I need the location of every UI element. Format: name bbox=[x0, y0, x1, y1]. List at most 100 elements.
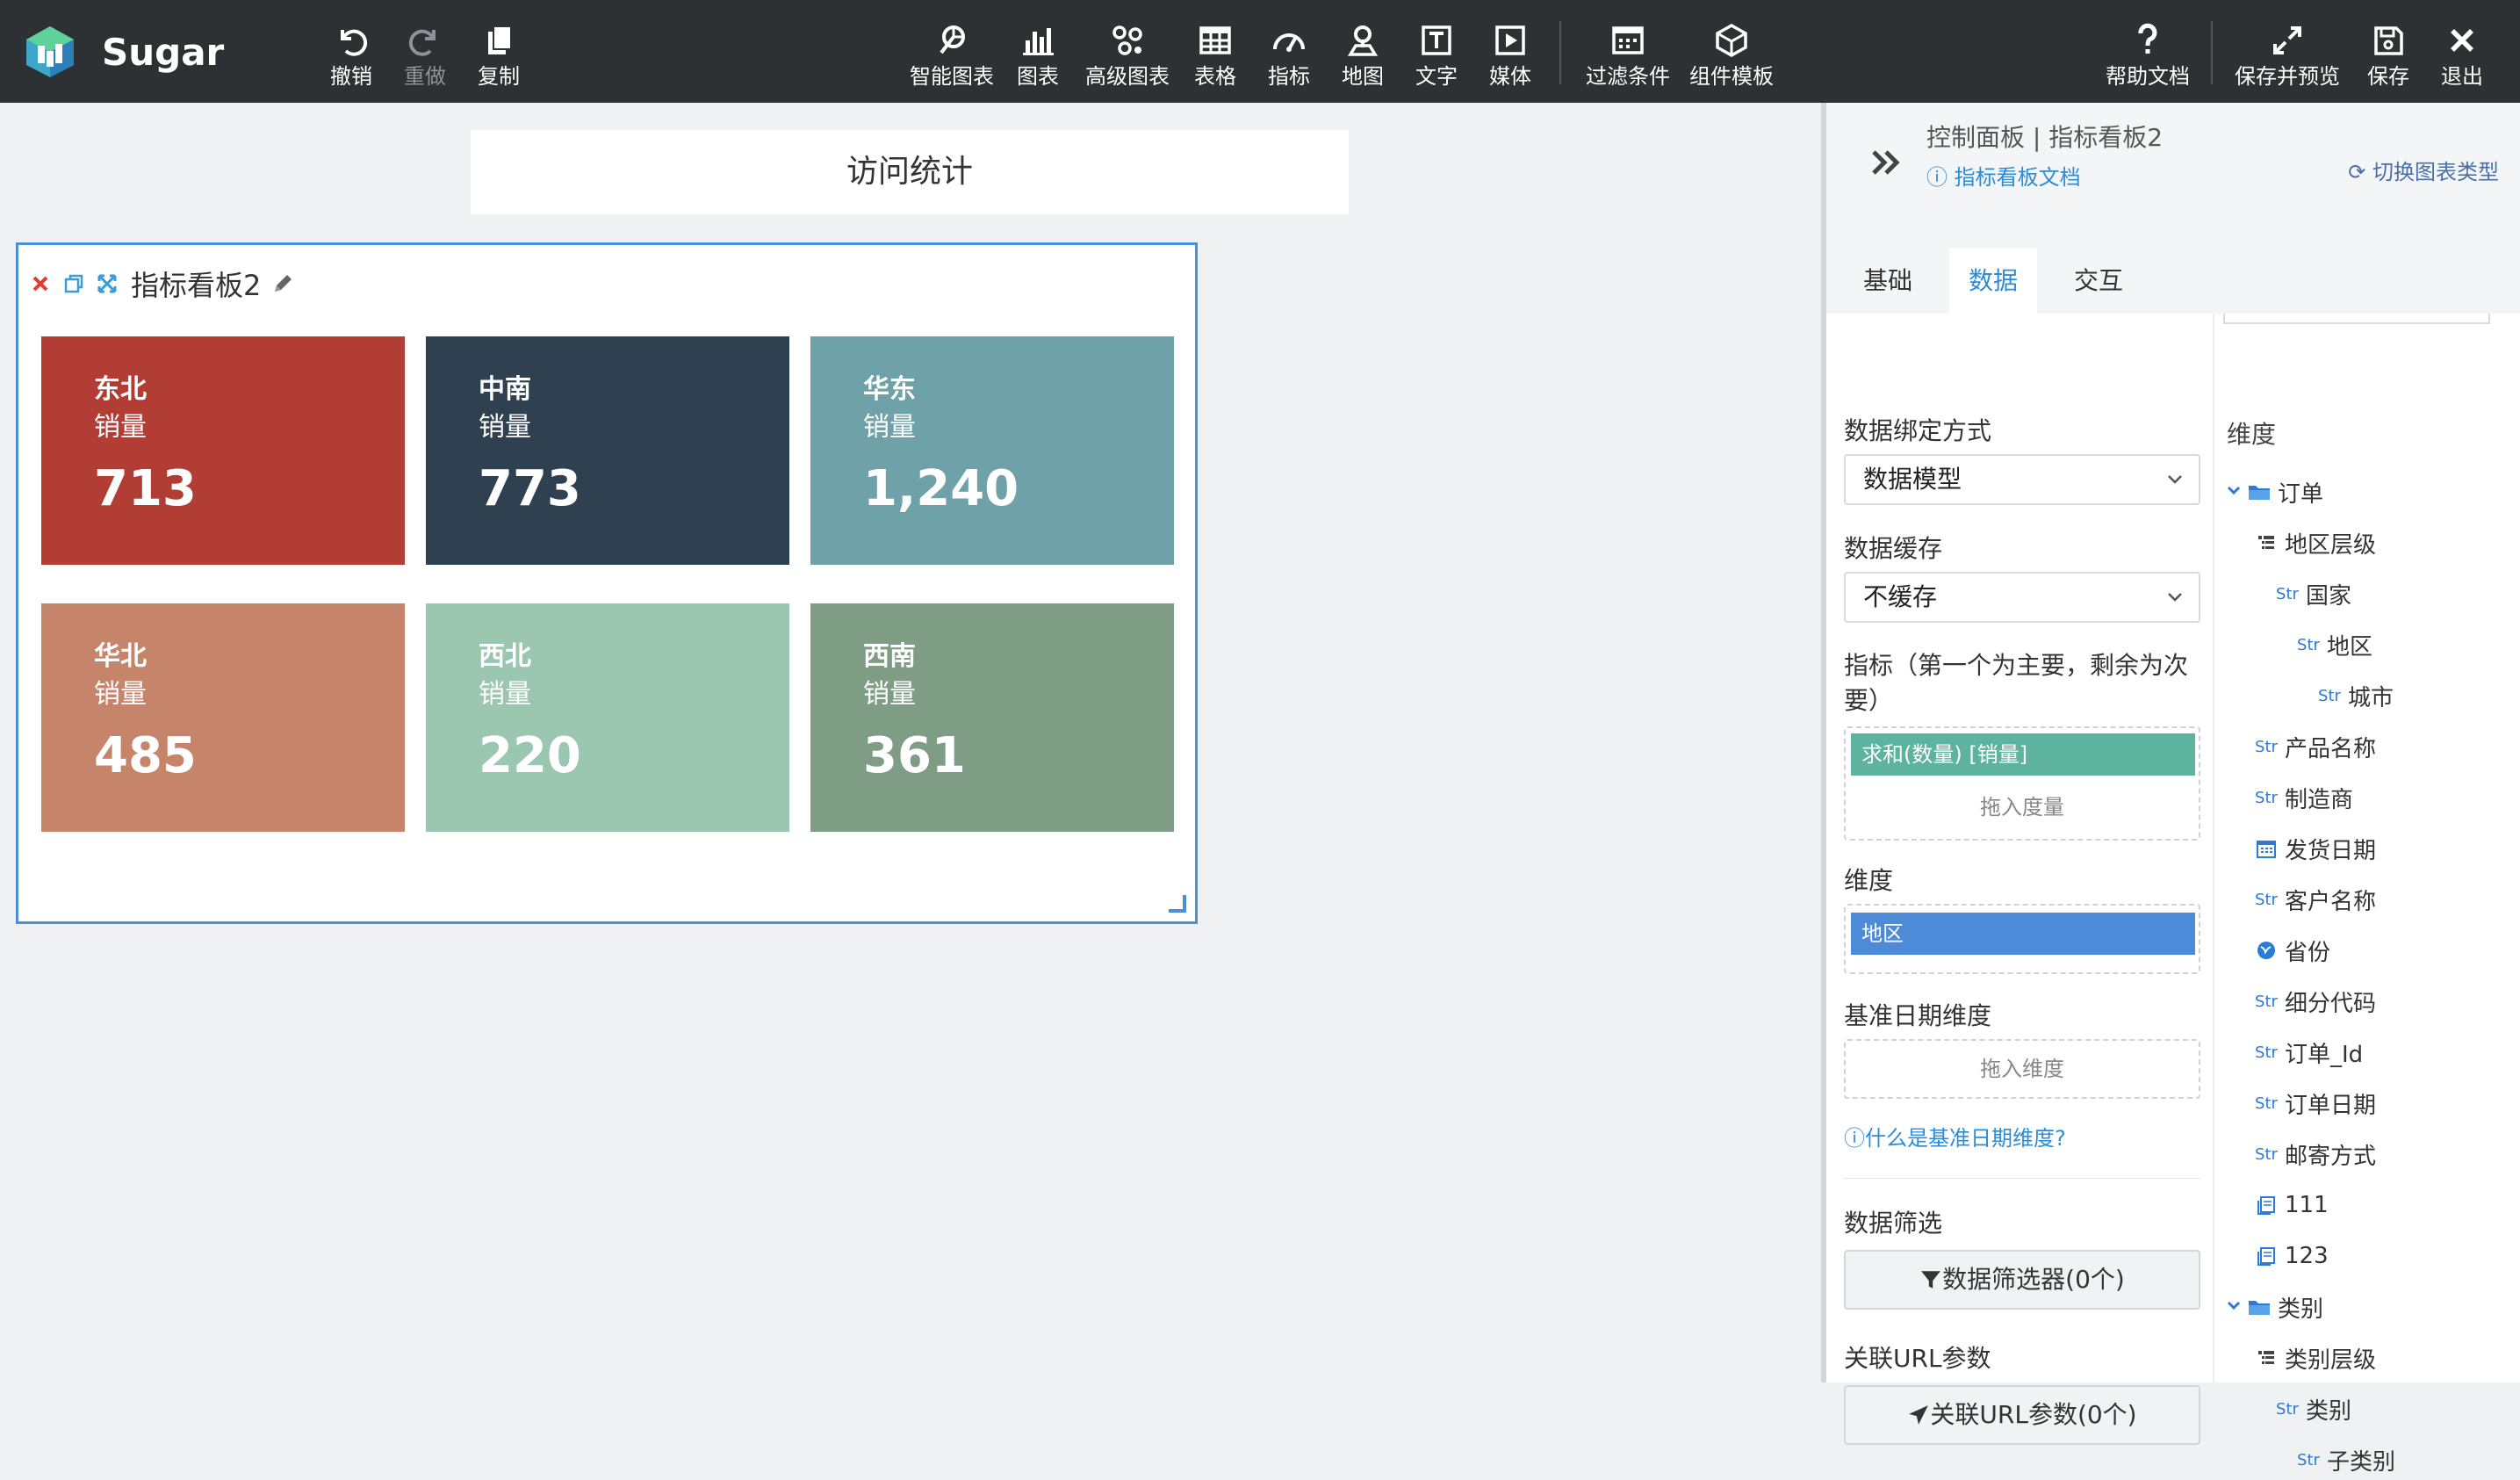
dimension-search-input[interactable] bbox=[2223, 314, 2490, 324]
dimension-field[interactable]: Str 类别 bbox=[2274, 1389, 2351, 1429]
dimension-label: 地区层级 bbox=[2285, 531, 2377, 559]
cache-select[interactable]: 不缓存 bbox=[1844, 572, 2200, 623]
close-icon[interactable] bbox=[27, 271, 54, 297]
toolbar-divider bbox=[1559, 21, 1561, 84]
advanced-chart-button[interactable]: 高级图表 bbox=[1082, 16, 1173, 91]
string-type-icon: Str bbox=[2255, 1043, 2278, 1062]
exit-button[interactable]: 退出 bbox=[2420, 16, 2504, 91]
dimension-label: 客户名称 bbox=[2285, 888, 2377, 915]
tab-basic[interactable]: 基础 bbox=[1844, 249, 1932, 314]
table-button[interactable]: 表格 bbox=[1173, 16, 1257, 91]
map-button[interactable]: 地图 bbox=[1321, 16, 1405, 91]
dimension-field[interactable]: 地区层级 bbox=[2253, 523, 2376, 563]
dimension-label: 维度 bbox=[1844, 866, 1894, 895]
metric-pill[interactable]: 求和(数量) [销量] bbox=[1851, 733, 2195, 776]
duplicate-icon[interactable] bbox=[61, 271, 87, 297]
copy-button[interactable]: 复制 bbox=[457, 16, 541, 91]
dimension-field[interactable]: Str 城市 bbox=[2316, 675, 2394, 716]
panel-header: 控制面板 | 指标看板2 ⓘ 指标看板文档 ⟳ 切换图表类型 bbox=[1826, 103, 2520, 226]
dimension-folder[interactable]: 订单 bbox=[2225, 472, 2323, 512]
funnel-icon bbox=[1921, 1271, 1940, 1289]
dimension-dropzone[interactable]: 地区 bbox=[1844, 904, 2200, 974]
help-doc-button[interactable]: 帮助文档 bbox=[2100, 16, 2195, 91]
dimension-field[interactable]: Str 产品名称 bbox=[2253, 726, 2376, 767]
dimension-label: 省份 bbox=[2285, 939, 2331, 966]
dimension-field[interactable]: Str 制造商 bbox=[2253, 777, 2353, 818]
dimension-field[interactable]: 省份 bbox=[2253, 930, 2330, 971]
metric-tile: 西南 销量 361 bbox=[810, 603, 1174, 832]
component-template-button[interactable]: 组件模板 bbox=[1684, 16, 1779, 91]
switch-chart-type-link[interactable]: ⟳ 切换图表类型 bbox=[2348, 157, 2499, 187]
dimension-pill[interactable]: 地区 bbox=[1851, 913, 2195, 955]
dimension-field[interactable]: Str 邮寄方式 bbox=[2253, 1134, 2376, 1174]
string-type-icon: Str bbox=[2255, 1094, 2278, 1113]
dimension-label: 制造商 bbox=[2285, 786, 2354, 813]
indicator-board-widget[interactable]: 指标看板2 东北 销量 713 中南 销量 773 华东 销量 1,240 华北… bbox=[16, 242, 1198, 924]
page-title[interactable]: 访问统计 bbox=[471, 130, 1349, 214]
binding-select[interactable]: 数据模型 bbox=[1844, 454, 2200, 505]
expand-icon[interactable] bbox=[94, 271, 120, 297]
smart-chart-button[interactable]: 智能图表 bbox=[908, 16, 996, 91]
text-button[interactable]: 文字 bbox=[1394, 16, 1479, 91]
table-label: 表格 bbox=[1194, 64, 1236, 89]
data-filter-button[interactable]: 数据筛选器(0个) bbox=[1844, 1250, 2200, 1310]
base-date-dropzone[interactable]: 拖入维度 bbox=[1844, 1039, 2200, 1099]
media-button[interactable]: 媒体 bbox=[1468, 16, 1552, 91]
tile-value: 713 bbox=[94, 460, 197, 517]
widget-header: 指标看板2 bbox=[27, 264, 303, 303]
metric-tile: 东北 销量 713 bbox=[41, 336, 405, 565]
dimension-folder[interactable]: 类别 bbox=[2225, 1287, 2323, 1327]
template-icon bbox=[1716, 23, 1747, 58]
dimension-field[interactable]: 发货日期 bbox=[2253, 828, 2376, 869]
resize-handle[interactable] bbox=[1169, 895, 1186, 913]
chevron-down-icon[interactable] bbox=[2225, 479, 2243, 505]
dimension-label: 产品名称 bbox=[2285, 735, 2377, 762]
control-panel: 控制面板 | 指标看板2 ⓘ 指标看板文档 ⟳ 切换图表类型 基础 数据 交互 … bbox=[1821, 103, 2520, 1476]
url-param-button[interactable]: 关联URL参数(0个) bbox=[1844, 1385, 2200, 1445]
tile-metric: 销量 bbox=[479, 412, 531, 443]
save-button[interactable]: 保存 bbox=[2346, 16, 2430, 91]
tile-metric: 销量 bbox=[94, 679, 147, 710]
dimension-field[interactable]: Str 细分代码 bbox=[2253, 981, 2376, 1022]
cache-label: 数据缓存 bbox=[1844, 534, 1943, 563]
metric-tile: 华东 销量 1,240 bbox=[810, 336, 1174, 565]
folder-icon bbox=[2246, 1297, 2272, 1317]
chevron-down-icon bbox=[2168, 475, 2182, 484]
collapse-panel-icon[interactable] bbox=[1861, 136, 1914, 189]
dimension-field[interactable]: 123 bbox=[2253, 1236, 2329, 1276]
dimension-field[interactable]: 111 bbox=[2253, 1185, 2329, 1225]
redo-button[interactable]: 重做 bbox=[383, 16, 467, 91]
metric-label-cont: 要） bbox=[1844, 686, 1894, 715]
tile-value: 773 bbox=[479, 460, 581, 517]
save-and-preview-button[interactable]: 保存并预览 bbox=[2230, 16, 2344, 91]
dimension-field[interactable]: Str 国家 bbox=[2274, 574, 2351, 614]
filter-condition-button[interactable]: 过滤条件 bbox=[1580, 16, 1675, 91]
tile-region: 西南 bbox=[863, 641, 916, 672]
metric-dropzone[interactable]: 求和(数量) [销量] 拖入度量 bbox=[1844, 726, 2200, 841]
pencil-icon[interactable] bbox=[270, 271, 296, 297]
chart-label: 图表 bbox=[1017, 64, 1059, 89]
send-icon bbox=[1909, 1405, 1929, 1425]
string-type-icon: Str bbox=[2318, 686, 2341, 705]
tab-data[interactable]: 数据 bbox=[1949, 249, 2037, 314]
string-type-icon: Str bbox=[2297, 1450, 2320, 1469]
indicator-button[interactable]: 指标 bbox=[1247, 16, 1331, 91]
dimension-field[interactable]: Str 地区 bbox=[2295, 624, 2372, 665]
tile-metric: 销量 bbox=[94, 412, 147, 443]
undo-icon bbox=[341, 29, 368, 56]
chevron-down-icon[interactable] bbox=[2225, 1294, 2243, 1320]
dimension-field[interactable]: Str 订单日期 bbox=[2253, 1083, 2376, 1123]
base-date-help-link[interactable]: ⓘ什么是基准日期维度? bbox=[1844, 1123, 2066, 1153]
url-label: 关联URL参数 bbox=[1844, 1344, 1991, 1373]
chart-button[interactable]: 图表 bbox=[996, 16, 1080, 91]
dimension-field[interactable]: 类别层级 bbox=[2253, 1338, 2376, 1378]
dimension-field[interactable]: Str 客户名称 bbox=[2253, 879, 2376, 920]
undo-button[interactable]: 撤销 bbox=[309, 16, 393, 91]
metric-tile: 华北 销量 485 bbox=[41, 603, 405, 832]
tab-interaction[interactable]: 交互 bbox=[2055, 249, 2142, 314]
dimension-label: 订单 bbox=[2278, 480, 2324, 508]
panel-doc-link[interactable]: ⓘ 指标看板文档 bbox=[1926, 162, 2081, 192]
dimension-field[interactable]: Str 子类别 bbox=[2295, 1440, 2395, 1480]
dimension-tree: 维度 订单 地区层级 Str 国家 Str 地区 Str 城市 Str 产品名称 Str 制造商 发货日… bbox=[2213, 314, 2520, 1476]
dimension-field[interactable]: Str 订单_Id bbox=[2253, 1032, 2363, 1072]
